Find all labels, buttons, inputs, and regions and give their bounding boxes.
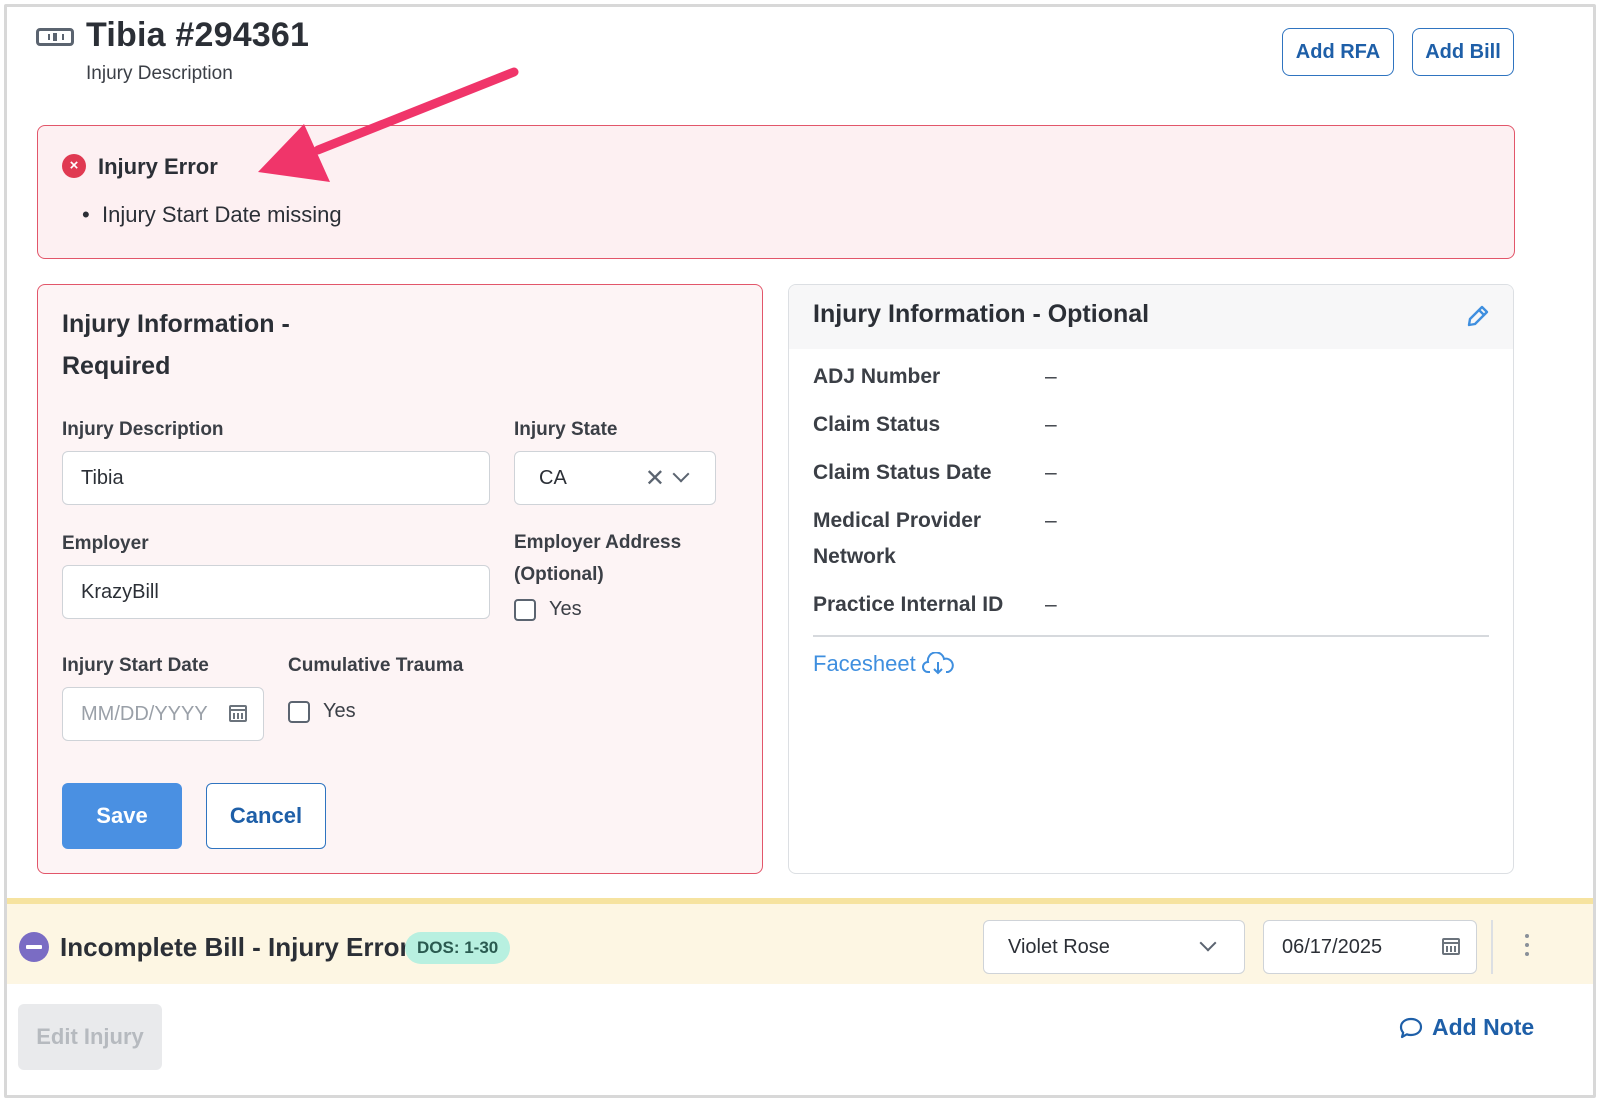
injury-start-date-label: Injury Start Date — [62, 655, 209, 676]
injury-start-date-input[interactable]: MM/DD/YYYY — [62, 687, 264, 741]
calendar-icon[interactable] — [229, 705, 247, 722]
facesheet-label: Facesheet — [813, 651, 916, 676]
claim-status-value: – — [1045, 413, 1057, 436]
chevron-down-icon[interactable] — [672, 465, 690, 483]
cumulative-trauma-label: Cumulative Trauma — [288, 655, 464, 676]
bone-card-icon — [36, 28, 74, 46]
injury-info-optional-card: Injury Information - Optional ADJ Number… — [788, 284, 1514, 874]
employer-address-yes-label: Yes — [549, 598, 582, 620]
injury-description-value: Tibia — [81, 466, 124, 489]
optional-card-header: Injury Information - Optional — [789, 285, 1513, 349]
injury-state-select[interactable]: CA ✕ — [514, 451, 716, 505]
comment-icon — [1399, 1017, 1423, 1038]
add-rfa-button[interactable]: Add RFA — [1282, 28, 1394, 76]
employer-address-checkbox[interactable]: Yes — [514, 598, 582, 621]
injury-description-label: Injury Description — [62, 419, 224, 440]
practice-internal-id-label: Practice Internal ID — [813, 593, 1004, 616]
checkbox[interactable] — [514, 598, 536, 621]
page-subtitle: Injury Description — [86, 63, 233, 84]
dos-badge: DOS: 1-30 — [405, 932, 511, 964]
error-item: Injury Start Date missing — [82, 202, 342, 228]
adj-number-label: ADJ Number — [813, 365, 941, 388]
claim-status-label: Claim Status — [813, 413, 941, 436]
adj-number-value: – — [1045, 365, 1057, 388]
optional-card-title: Injury Information - Optional — [813, 300, 1150, 328]
error-banner: × Injury Error Injury Start Date missing — [37, 125, 1515, 259]
claim-status-date-label: Claim Status Date — [813, 461, 992, 484]
cumulative-trauma-yes-label: Yes — [323, 700, 356, 722]
bill-date-input[interactable]: 06/17/2025 — [1263, 920, 1477, 974]
assignee-value: Violet Rose — [1008, 935, 1110, 958]
assignee-select[interactable]: Violet Rose — [983, 920, 1245, 974]
medical-provider-network-label: Medical Provider Network — [813, 509, 982, 568]
page-title: Tibia #294361 — [86, 16, 310, 54]
injury-info-required-card: Injury Information - Required Injury Des… — [37, 284, 763, 874]
employer-input[interactable]: KrazyBill — [62, 565, 490, 619]
clear-icon[interactable]: ✕ — [645, 464, 665, 493]
cloud-download-icon — [921, 652, 954, 675]
medical-provider-network-value: – — [1045, 509, 1057, 532]
add-note-button[interactable]: Add Note — [1398, 1014, 1534, 1041]
claim-status-date-value: – — [1045, 461, 1057, 484]
bill-date-value: 06/17/2025 — [1282, 935, 1383, 958]
calendar-icon[interactable] — [1442, 938, 1460, 955]
divider — [1491, 920, 1493, 974]
required-card-title: Injury Information - Required — [62, 310, 290, 380]
minus-circle-icon — [19, 932, 49, 962]
more-options-icon[interactable] — [1519, 934, 1535, 960]
error-title: Injury Error — [98, 154, 218, 179]
divider — [813, 635, 1489, 637]
pencil-edit-icon[interactable] — [1465, 303, 1491, 329]
injury-start-date-placeholder: MM/DD/YYYY — [81, 702, 208, 725]
checkbox[interactable] — [288, 700, 310, 723]
save-button[interactable]: Save — [62, 783, 182, 849]
employer-value: KrazyBill — [81, 580, 159, 603]
add-bill-button[interactable]: Add Bill — [1412, 28, 1514, 76]
facesheet-link[interactable]: Facesheet — [813, 651, 954, 677]
employer-address-label: Employer Address (Optional) — [514, 532, 682, 585]
injury-state-value: CA — [539, 466, 567, 489]
injury-state-label: Injury State — [514, 419, 618, 440]
error-x-icon: × — [62, 154, 86, 178]
practice-internal-id-value: – — [1045, 593, 1057, 616]
employer-label: Employer — [62, 533, 149, 554]
injury-description-input[interactable]: Tibia — [62, 451, 490, 505]
cumulative-trauma-checkbox[interactable]: Yes — [288, 700, 356, 723]
edit-injury-button[interactable]: Edit Injury — [18, 1004, 162, 1070]
chevron-down-icon[interactable] — [1199, 934, 1217, 952]
bill-title: Incomplete Bill - Injury Error — [60, 932, 410, 962]
add-note-label: Add Note — [1432, 1014, 1535, 1040]
incomplete-bill-bar: Incomplete Bill - Injury Error DOS: 1-30… — [7, 898, 1593, 984]
cancel-button[interactable]: Cancel — [206, 783, 326, 849]
